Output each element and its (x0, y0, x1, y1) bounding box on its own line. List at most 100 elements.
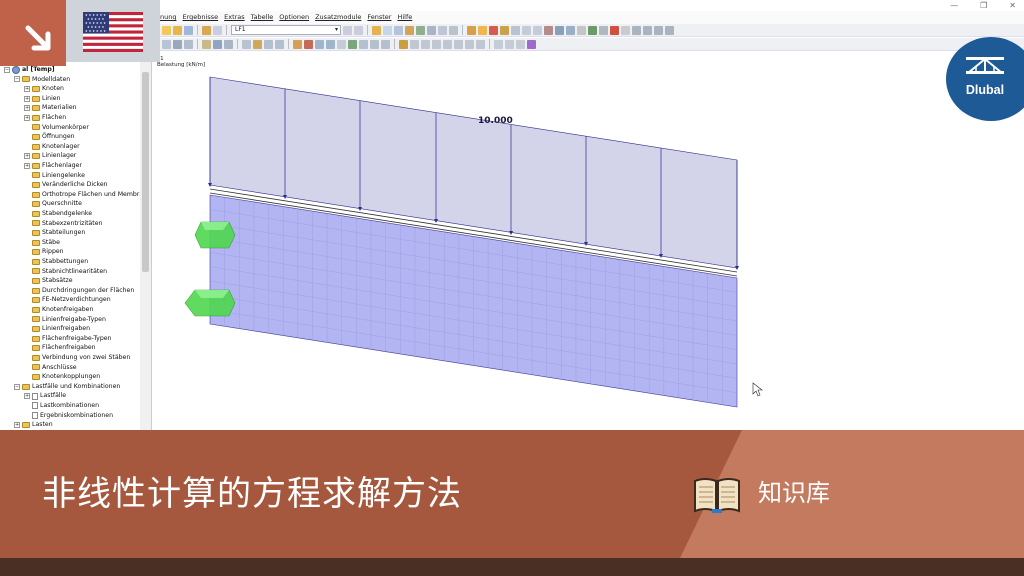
new-file-icon[interactable] (162, 25, 171, 35)
navigator-item[interactable]: Linienfreigaben (24, 324, 90, 334)
node-icon[interactable] (427, 25, 436, 35)
perspective-icon[interactable] (337, 39, 346, 49)
layer-icon[interactable] (370, 39, 379, 49)
menu-fenster[interactable]: Fenster (367, 11, 391, 24)
load-wizard-icon[interactable] (293, 39, 302, 49)
model-view[interactable]: 10.000 (153, 52, 1024, 430)
calc-icon[interactable] (383, 25, 392, 35)
ortho-icon[interactable] (476, 39, 485, 49)
close-button[interactable]: ✕ (1009, 0, 1016, 11)
snap-icon[interactable] (465, 39, 474, 49)
support-icon[interactable] (416, 25, 425, 35)
move-icon[interactable] (173, 39, 182, 49)
minimize-button[interactable]: — (950, 0, 958, 11)
tree-expander-icon[interactable]: − (14, 76, 20, 83)
menu-zusatzmodule[interactable]: Zusatzmodule (315, 11, 361, 24)
navigator-item[interactable]: Verbindung von zwei Stäben (24, 353, 130, 363)
navigator-item[interactable]: + Flächen (24, 113, 66, 123)
navigator-item[interactable]: + Linien (24, 94, 61, 104)
member-icon[interactable] (449, 25, 458, 35)
navigator-item[interactable]: + Flächenlager (24, 161, 82, 171)
result-display-icon[interactable] (500, 25, 509, 35)
zoom-icon[interactable] (522, 25, 531, 35)
navigator-item[interactable]: Lastkombinationen (24, 401, 99, 411)
line-new-icon[interactable] (213, 39, 222, 49)
navigator-item[interactable]: Flächenfreigabe-Typen (24, 334, 111, 344)
grid-icon[interactable] (588, 25, 597, 35)
menu-extras[interactable]: Extras (224, 11, 245, 24)
navigator-item[interactable]: Liniengelenke (24, 171, 85, 181)
deformation-icon[interactable] (304, 39, 313, 49)
previous-icon[interactable] (343, 25, 352, 35)
tree-expander-icon[interactable]: − (14, 383, 20, 390)
navigator-item[interactable]: + Linienlager (24, 151, 76, 161)
navigator-item[interactable]: − al [Temp] (4, 65, 55, 75)
comment-icon[interactable] (253, 39, 262, 49)
navigator-item[interactable]: Stabexzentrizitäten (24, 219, 102, 229)
navigator-item[interactable]: + Materialien (24, 103, 77, 113)
load-icon[interactable] (467, 25, 476, 35)
surface-new-icon[interactable] (224, 39, 233, 49)
tree-expander-icon[interactable]: + (24, 95, 30, 102)
navigator-item[interactable]: Stabbettungen (24, 257, 88, 267)
navigator-item[interactable]: Veränderliche Dicken (24, 180, 108, 190)
navigator-item[interactable]: Stabteilungen (24, 228, 85, 238)
values-icon[interactable] (421, 39, 430, 49)
render-icon[interactable] (621, 25, 630, 35)
navigator-scroll-thumb[interactable] (142, 72, 149, 272)
navigator-item[interactable]: − Modelldaten (14, 75, 70, 85)
navigator-scrollbar[interactable] (140, 62, 151, 430)
navigator-item[interactable]: Stabsätze (24, 276, 73, 286)
navigator-item[interactable]: + Lastfälle (24, 391, 66, 401)
material-icon[interactable] (405, 25, 414, 35)
axes-icon[interactable] (443, 39, 452, 49)
view-icon[interactable] (394, 25, 403, 35)
navigator-item[interactable]: Durchdringungen der Flächen (24, 286, 134, 296)
navigator-item[interactable]: Knotenkopplungen (24, 372, 100, 382)
save-icon[interactable] (184, 25, 193, 35)
open-icon[interactable] (173, 25, 182, 35)
knowledge-base-label[interactable]: 知识库 (758, 478, 830, 508)
navigator-item[interactable]: Knotenfreigaben (24, 305, 93, 315)
tree-expander-icon[interactable]: + (24, 85, 30, 92)
navigator-item[interactable]: Öffnungen (24, 132, 75, 142)
settings-icon[interactable] (555, 25, 564, 35)
table-icon[interactable] (213, 25, 222, 35)
menu-hilfe[interactable]: Hilfe (397, 11, 412, 24)
guide-icon[interactable] (275, 39, 284, 49)
navigator-item[interactable]: Knotenlager (24, 142, 80, 152)
alert-icon[interactable] (489, 25, 498, 35)
legend-icon[interactable] (410, 39, 419, 49)
select-icon[interactable] (162, 39, 171, 49)
side-view-icon[interactable] (665, 25, 674, 35)
navigator-item[interactable]: Orthotrope Flächen und Membra (24, 190, 143, 200)
tree-expander-icon[interactable]: + (24, 393, 30, 400)
graphics-viewport[interactable]: 10.000 F1 Belastung [kN/m] (153, 52, 1024, 430)
cs-icon[interactable] (454, 39, 463, 49)
next-icon[interactable] (354, 25, 363, 35)
navigator-item[interactable]: + Knoten (24, 84, 64, 94)
dimension-icon[interactable] (242, 39, 251, 49)
tree-expander-icon[interactable]: + (24, 114, 30, 121)
node-new-icon[interactable] (202, 39, 211, 49)
language-flag-box[interactable]: ★ ★ ★ ★ ★ ★ ★ ★ ★ ★ ★ ★ ★ ★ ★ ★ ★ ★ ★ ★ … (66, 0, 160, 62)
sun-icon[interactable] (478, 25, 487, 35)
tree-expander-icon[interactable]: + (24, 105, 30, 112)
navigator-item[interactable]: Rippen (24, 247, 64, 257)
panel-icon[interactable] (505, 39, 514, 49)
front-view-icon[interactable] (654, 25, 663, 35)
color-scale-icon[interactable] (399, 39, 408, 49)
mesh-icon[interactable] (315, 39, 324, 49)
navigator-item[interactable]: Volumenkörper (24, 123, 89, 133)
wireframe-icon[interactable] (326, 39, 335, 49)
delete-icon[interactable] (544, 25, 553, 35)
table-view-icon[interactable] (494, 39, 503, 49)
line-icon[interactable] (438, 25, 447, 35)
iso-view-icon[interactable] (632, 25, 641, 35)
results-icon[interactable] (372, 25, 381, 35)
menu-berechnung[interactable]: nung (160, 11, 177, 24)
measure-icon[interactable] (264, 39, 273, 49)
navigator-item[interactable]: FE-Netzverdichtungen (24, 295, 111, 305)
tree-expander-icon[interactable]: + (14, 421, 20, 428)
navigator-item[interactable]: Stäbe (24, 238, 60, 248)
